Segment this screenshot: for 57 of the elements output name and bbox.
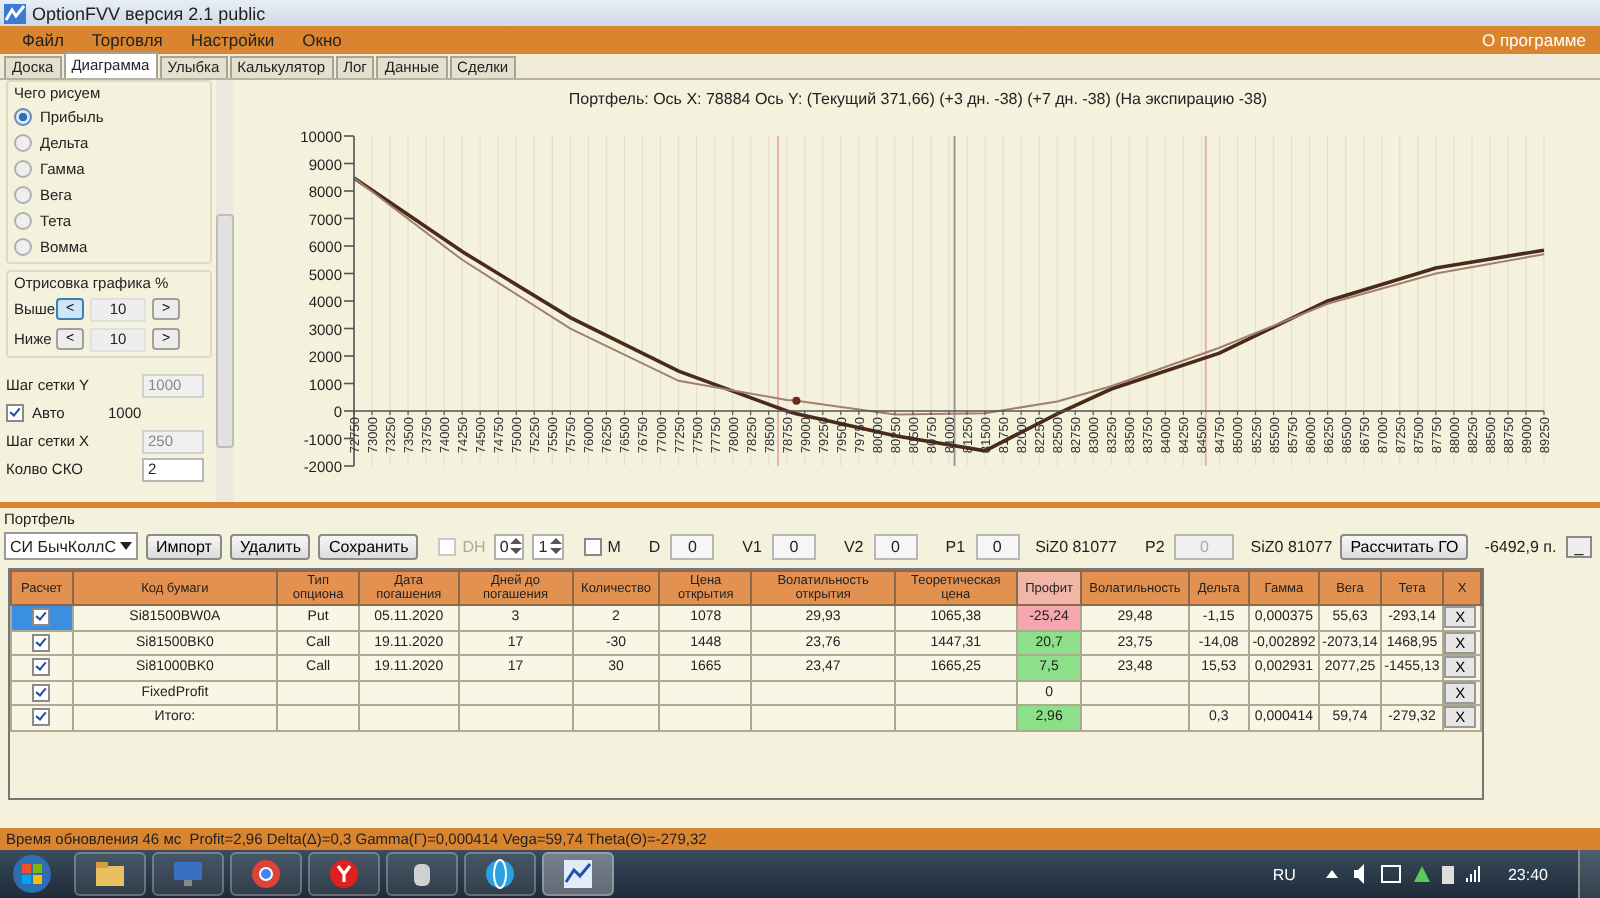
field-label: D [648,537,661,555]
spin-arrows-icon [549,536,562,556]
menu-item[interactable]: Окно [288,30,356,50]
field-label: P1 [945,537,966,555]
folder-icon[interactable] [74,852,146,896]
chart-icon[interactable] [542,852,614,896]
radio-button[interactable] [14,108,32,126]
letter-y-icon[interactable] [308,852,380,896]
field-label: V2 [843,537,864,555]
minimize-button[interactable]: _ [1566,535,1592,557]
radio-button[interactable] [14,160,32,178]
menu-item[interactable]: Торговля [77,30,177,50]
chart-title: Портфель: Ось X: 78884 Ось Y: (Текущий 371,66) (+3 дн. -38) (+7 дн. -38) (На экспирацию -38) [568,90,1268,108]
strategy-dropdown[interactable]: СИ БычКоллС [4,532,138,560]
clock[interactable]: 23:40 [1507,865,1548,883]
checkbox[interactable] [583,537,602,555]
toolbar-button[interactable]: Импорт [145,533,222,559]
info-text: SiZ0 81077 [1035,537,1117,555]
toolbar-button[interactable]: Удалить [229,533,311,559]
toolbar-button[interactable]: Рассчитать ГО [1340,533,1469,559]
info-text: -6492,9 п. [1484,537,1557,555]
toolbar-button[interactable]: Сохранить [318,533,419,559]
globe-icon[interactable] [464,852,536,896]
app-icon [4,3,26,23]
tray-icons-drawing[interactable] [1321,862,1482,886]
radio-button[interactable] [14,212,32,230]
checkbox-label: DH [462,537,486,555]
spin-arrows-icon [510,536,523,556]
checkbox[interactable] [32,683,51,702]
field-label: V1 [742,537,762,555]
spin-field[interactable]: 1 [532,533,564,559]
checkbox[interactable] [32,708,51,727]
start-button[interactable] [12,854,52,894]
checkbox-label: M [607,537,621,555]
show-desktop-button[interactable] [1578,850,1600,898]
radio-button[interactable] [14,238,32,256]
menu-item[interactable]: Файл [8,30,78,50]
radio-button[interactable] [14,134,32,152]
field-label: P2 [1144,537,1165,555]
checkbox[interactable] [32,633,51,652]
language-indicator[interactable]: RU [1272,865,1296,883]
radio-button[interactable] [14,186,32,204]
input-field[interactable]: 0 [873,533,918,559]
menu-item[interactable]: Настройки [176,30,289,50]
info-text: SiZ0 81077 [1250,537,1333,555]
scrollbar[interactable] [216,80,234,502]
checkbox[interactable] [32,608,51,627]
window-title: OptionFVV версия 2.1 public [32,3,266,23]
hand-icon[interactable] [386,852,458,896]
checkbox[interactable] [6,404,24,422]
checkbox[interactable] [32,658,51,677]
spin-field[interactable]: 0 [493,533,525,559]
input-field[interactable]: 0 [975,533,1020,559]
browser-icon[interactable] [230,852,302,896]
caret-icon [119,542,132,550]
input-field[interactable]: 0 [670,533,715,559]
input-field[interactable]: 0 [771,533,816,559]
